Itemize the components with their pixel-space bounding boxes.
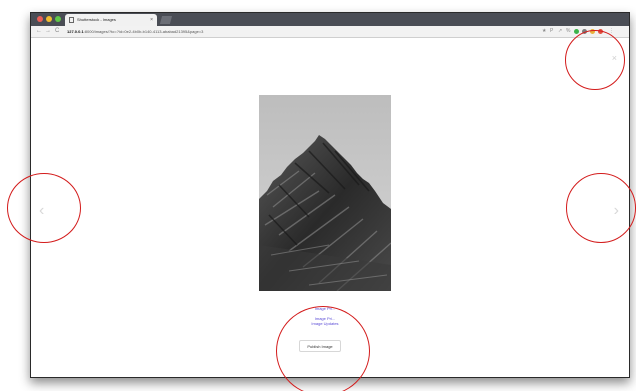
extension-red-icon[interactable]	[598, 29, 603, 34]
menu-icon[interactable]: ⋮	[609, 27, 614, 36]
tab-title: Shutterstock - Images	[77, 17, 116, 22]
publish-image-button[interactable]: Publish Image	[299, 340, 341, 352]
image-updates-link[interactable]: Image Updates	[259, 321, 391, 326]
browser-window: Shutterstock - Images × ← → C 127.0.0.1:…	[30, 12, 630, 378]
chevron-right-icon[interactable]: ›	[614, 203, 619, 219]
minimize-window-button[interactable]	[46, 16, 52, 22]
tab-close-icon[interactable]: ×	[150, 14, 153, 26]
browser-toolbar: ← → C 127.0.0.1:8000/images/?to=?id=0e2-…	[31, 26, 629, 38]
rock-photo	[259, 95, 391, 291]
close-icon[interactable]: ×	[612, 53, 617, 63]
reload-icon[interactable]: C	[55, 27, 59, 36]
address-bar[interactable]: 127.0.0.1:8000/images/?to=?id=0e2-4b0b-b…	[67, 28, 537, 35]
extension-yellow-icon[interactable]	[590, 29, 595, 34]
new-tab-button[interactable]	[159, 16, 173, 24]
back-arrow-icon[interactable]: ←	[36, 27, 42, 36]
maximize-window-button[interactable]	[55, 16, 61, 22]
tab-bar: Shutterstock - Images ×	[31, 13, 629, 26]
chevron-left-icon[interactable]: ‹	[39, 203, 44, 219]
url-path: :8000/images/?to=?id=0e2-4b0b-b140-4113-…	[83, 29, 204, 34]
forward-arrow-icon[interactable]: →	[45, 27, 51, 36]
active-tab[interactable]: Shutterstock - Images ×	[65, 14, 157, 26]
page-icon	[69, 17, 74, 23]
bookmark-star-icon[interactable]: ★	[542, 27, 546, 36]
extension-grey-icon[interactable]	[582, 29, 587, 34]
close-window-button[interactable]	[37, 16, 43, 22]
extension-p-icon[interactable]: P	[550, 27, 553, 36]
extension-green-icon[interactable]	[574, 29, 579, 34]
extension-arrow-icon[interactable]: ↗	[558, 27, 562, 36]
url-host: 127.0.0.1	[67, 29, 84, 34]
image-link-1[interactable]: Image Pri...	[259, 306, 391, 311]
extension-percent-icon[interactable]: %	[566, 27, 570, 36]
lightbox-viewer: × ‹ › Image Pri... Image Pri... Image Up…	[31, 38, 629, 377]
screenshot-stage: Shutterstock - Images × ← → C 127.0.0.1:…	[0, 0, 636, 391]
